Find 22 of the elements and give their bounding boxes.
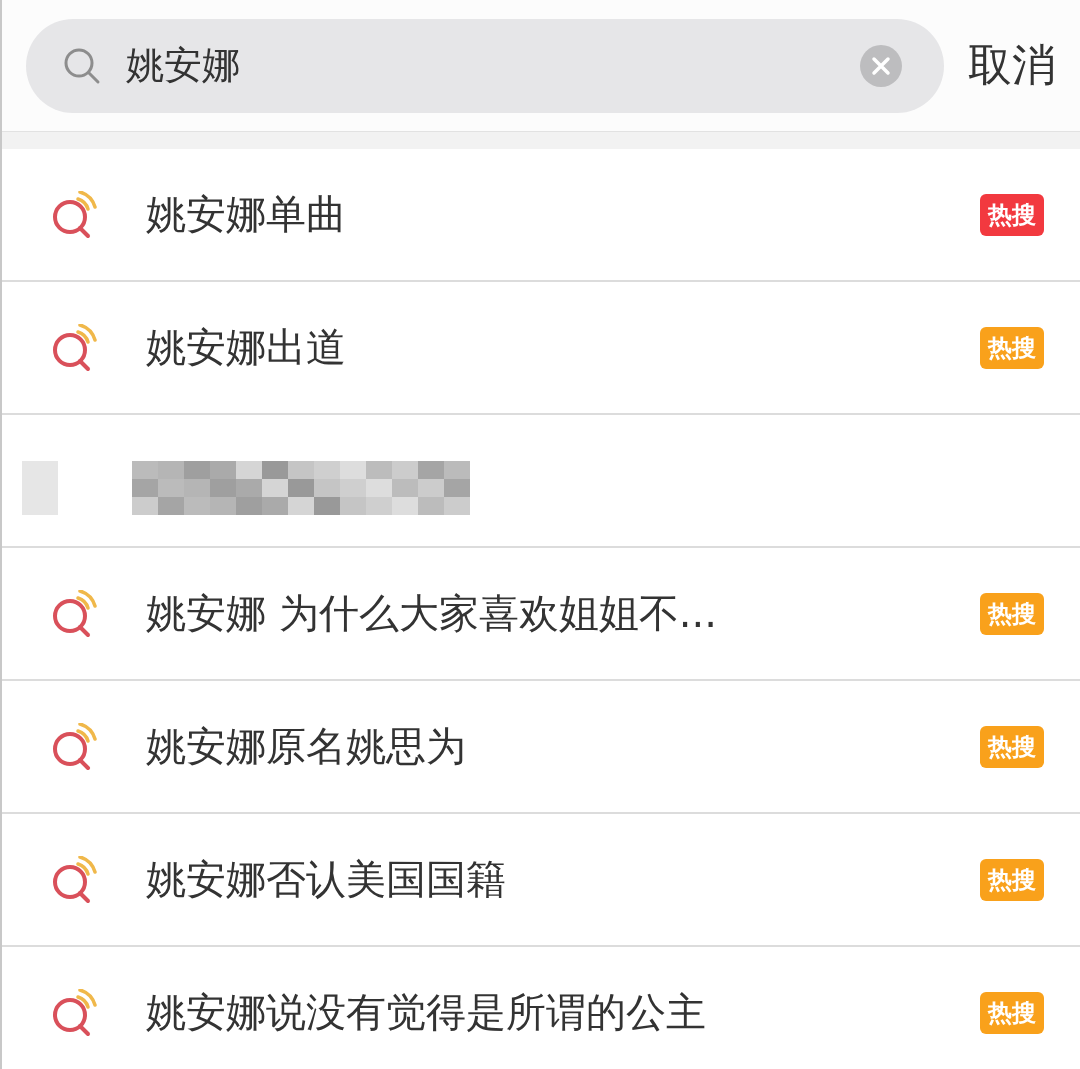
suggestion-text[interactable]: 姚安娜说没有觉得是所谓的公主 — [146, 985, 932, 1040]
hot-search-badge: 热搜 — [980, 725, 1044, 768]
suggestion-text[interactable]: 姚安娜 为什么大家喜欢姐姐不... — [146, 586, 932, 641]
hot-search-badge: 热搜 — [980, 326, 1044, 369]
search-field[interactable]: 姚安娜 — [124, 42, 838, 89]
clear-icon[interactable] — [860, 44, 902, 87]
suggestion-text[interactable]: 姚安娜原名姚思为 — [146, 719, 932, 774]
cancel-button[interactable]: 取消 — [968, 36, 1056, 95]
suggestion-text[interactable]: 姚安娜出道 — [146, 320, 932, 375]
search-suggestion-icon — [50, 722, 98, 771]
hot-search-badge: 热搜 — [980, 991, 1044, 1034]
suggestion-text[interactable]: 姚安娜否认美国国籍 — [146, 852, 932, 907]
search-bar[interactable]: 姚安娜 — [26, 18, 944, 113]
suggestion-text[interactable]: 姚安娜单曲 — [146, 187, 932, 242]
hot-search-badge: 热搜 — [980, 858, 1044, 901]
hot-search-badge: 热搜 — [980, 193, 1044, 236]
search-suggestion-icon — [50, 323, 98, 372]
hot-search-badge: 热搜 — [980, 592, 1044, 635]
search-suggestion-icon — [50, 988, 98, 1037]
search-suggestion-icon — [50, 190, 98, 239]
search-suggestion-icon — [50, 855, 98, 904]
search-suggestion-icon — [50, 589, 98, 638]
